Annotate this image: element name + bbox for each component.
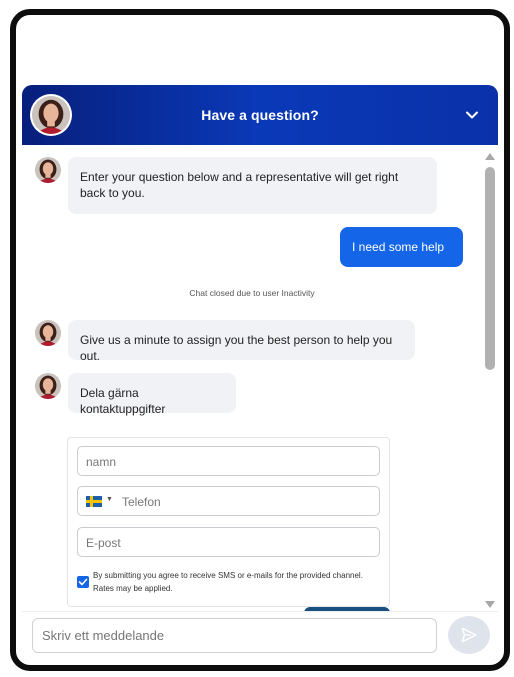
message-list: Enter your question below and a represen… [22,145,484,611]
scroll-thumb[interactable] [485,167,495,370]
caret-down-icon[interactable]: ▼ [106,496,113,503]
email-placeholder: E-post [86,536,121,550]
name-field[interactable]: namn [77,446,380,476]
chat-header[interactable]: Have a question? [22,85,498,145]
phone-field[interactable]: ▼ Telefon [77,486,380,516]
consent-checkbox[interactable] [77,576,89,588]
message-input[interactable]: Skriv ett meddelande [32,618,437,653]
message-composer: Skriv ett meddelande [22,611,498,659]
agent-avatar [35,373,61,399]
agent-avatar [35,157,61,183]
scroll-down-icon[interactable] [485,601,495,608]
system-notice: Chat closed due to user Inactivity [189,288,315,298]
agent-message: Dela gärna kontaktuppgifter [68,373,236,416]
chat-title: Have a question? [201,107,319,123]
chat-widget: Have a question? Enter your question bel… [22,85,498,659]
agent-avatar [35,320,61,346]
scrollbar[interactable] [484,153,496,609]
phone-placeholder: Telefon [122,495,161,509]
scroll-up-icon[interactable] [485,153,495,160]
chevron-down-icon[interactable] [464,107,480,123]
device-frame: Have a question? Enter your question bel… [10,9,510,671]
sweden-flag-icon[interactable] [86,496,102,507]
consent-text: By submitting you agree to receive SMS o… [93,571,363,593]
agent-message: Enter your question below and a represen… [68,157,437,214]
name-placeholder: namn [86,455,117,469]
agent-message: Give us a minute to assign you the best … [68,320,415,363]
send-icon [461,627,477,643]
contact-form: namn ▼ Telefon E-post By submitting you … [67,437,390,607]
email-field[interactable]: E-post [77,527,380,557]
send-button[interactable] [448,616,490,654]
user-message: I need some help [340,227,463,267]
